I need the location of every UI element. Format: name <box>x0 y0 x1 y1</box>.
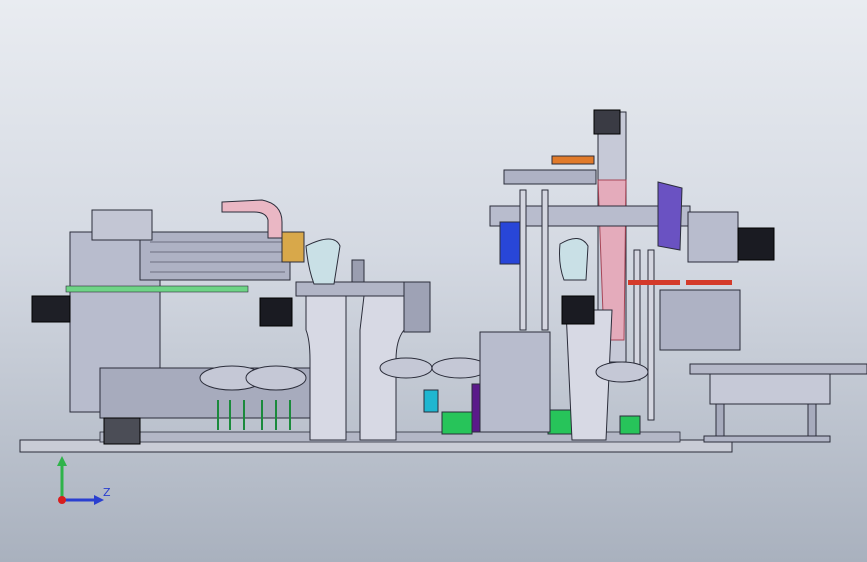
red-strip-1 <box>628 280 680 285</box>
cad-viewport[interactable]: Z <box>0 0 867 562</box>
right-motor-box <box>687 211 739 263</box>
triad-origin <box>58 496 66 504</box>
red-strip-2 <box>686 280 732 285</box>
green-block-1 <box>441 411 473 435</box>
guide-rod-1 <box>519 189 527 331</box>
left-green-rail <box>65 285 249 293</box>
guide-rod-3 <box>633 249 641 381</box>
right-lower-frame <box>659 289 741 351</box>
center-left-arch <box>305 295 347 441</box>
left-black-block <box>103 417 141 445</box>
conveyor-base <box>703 435 831 443</box>
curved-cover <box>305 238 341 285</box>
mid-turntable-1 <box>379 357 433 379</box>
y-axis-head <box>57 456 67 466</box>
right-center-block <box>403 281 431 333</box>
assembly-machine-model[interactable] <box>0 0 867 562</box>
orange-bracket <box>281 231 305 263</box>
conveyor-top <box>689 363 867 375</box>
black-gripper <box>259 297 293 327</box>
left-gantry <box>139 231 291 281</box>
cylinder-small <box>351 259 365 283</box>
black-gripper-2 <box>561 295 595 325</box>
conveyor-leg-1 <box>715 403 725 441</box>
right-curved-cover <box>559 238 589 281</box>
orange-bar <box>551 155 595 165</box>
conveyor-leg-2 <box>807 403 817 441</box>
purple-flag <box>657 181 683 251</box>
left-top-block <box>91 209 153 241</box>
z-axis-label: Z <box>103 486 111 499</box>
cyan-block <box>423 389 439 413</box>
guide-rod-4 <box>647 249 655 421</box>
guide-rod-2 <box>541 189 549 331</box>
left-motor <box>31 295 71 323</box>
right-frame-top <box>503 169 597 185</box>
mid-frame <box>479 331 551 433</box>
left-turntable-2 <box>245 365 307 391</box>
right-turntable <box>595 361 649 383</box>
right-motor <box>737 227 775 261</box>
green-block-3 <box>619 415 641 435</box>
conveyor-body <box>709 373 831 405</box>
axis-triad <box>57 456 104 505</box>
column-top-motor <box>593 109 621 135</box>
blue-panel <box>499 221 521 265</box>
